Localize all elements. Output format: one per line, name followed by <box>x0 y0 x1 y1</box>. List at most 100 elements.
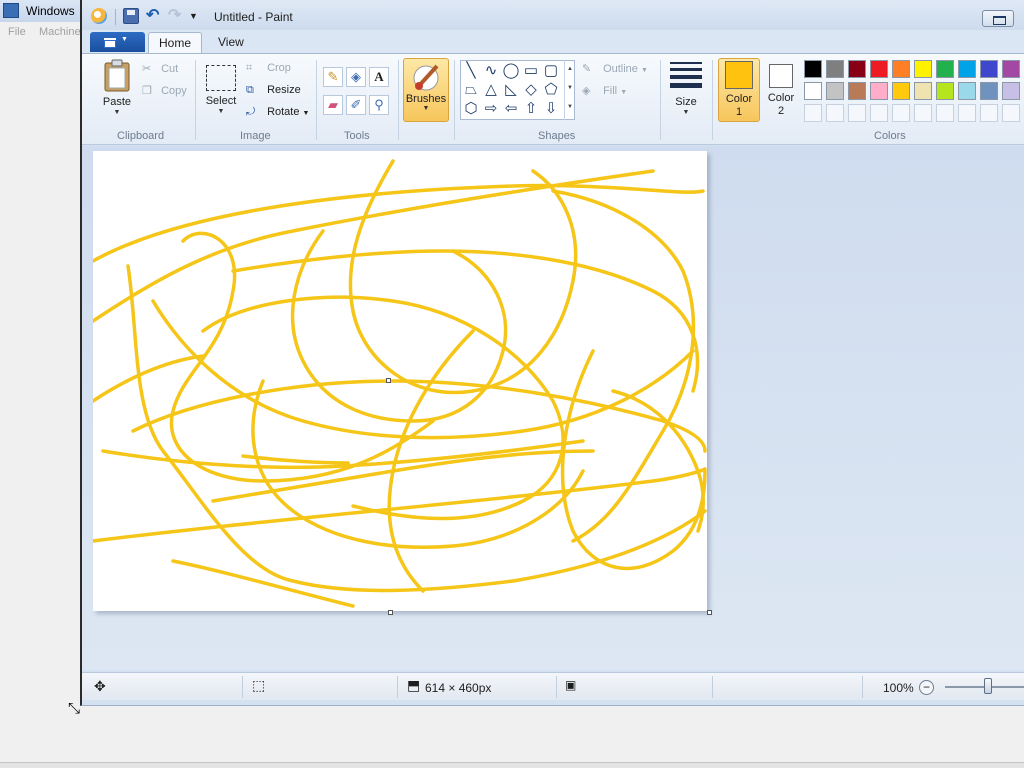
cut-button[interactable]: ✂ Cut <box>142 62 178 75</box>
palette-swatch[interactable] <box>804 82 822 100</box>
scribble-stroke <box>126 264 707 593</box>
canvas-workspace <box>82 146 1024 670</box>
select-button[interactable]: Select ▼ <box>202 59 240 115</box>
custom-color-slot[interactable] <box>848 104 866 122</box>
right-triangle-shape-icon[interactable]: ◺ <box>502 81 520 99</box>
tab-home[interactable]: Home <box>148 32 203 54</box>
palette-swatch[interactable] <box>848 60 866 78</box>
custom-color-slot[interactable] <box>870 104 888 122</box>
diamond-shape-icon[interactable]: ◇ <box>522 81 540 99</box>
canvas-resize-handle-right[interactable] <box>386 378 391 383</box>
custom-color-slot[interactable] <box>804 104 822 122</box>
palette-swatch[interactable] <box>892 60 910 78</box>
palette-swatch[interactable] <box>804 60 822 78</box>
palette-swatch[interactable] <box>914 60 932 78</box>
palette-swatch[interactable] <box>826 60 844 78</box>
palette-swatch[interactable] <box>936 60 954 78</box>
paint-app-icon[interactable] <box>91 8 107 24</box>
quick-access-separator <box>115 9 116 25</box>
paint-menu-button[interactable] <box>90 32 145 52</box>
palette-swatch[interactable] <box>914 82 932 100</box>
color2-button[interactable]: Color 2 <box>760 58 802 122</box>
canvas-size-icon: ⬒ <box>407 677 421 693</box>
brushes-button[interactable]: Brushes ▼ <box>403 58 449 122</box>
up-arrow-shape-icon[interactable]: ⇧ <box>522 100 540 118</box>
custom-color-slot[interactable] <box>958 104 976 122</box>
brushes-dropdown-icon[interactable]: ▼ <box>404 105 448 112</box>
pentagon-shape-icon[interactable]: ⬠ <box>542 81 560 99</box>
palette-swatch[interactable] <box>980 82 998 100</box>
drawing-canvas[interactable] <box>93 151 707 611</box>
paste-dropdown-icon[interactable]: ▼ <box>96 109 138 116</box>
brushes-label: Brushes <box>405 93 447 105</box>
eraser-icon[interactable]: ▰ <box>323 95 343 115</box>
text-icon[interactable]: A <box>369 67 389 87</box>
palette-swatch[interactable] <box>1002 60 1020 78</box>
fill-button[interactable]: ◈ Fill ▼ <box>582 84 627 97</box>
paste-label: Paste <box>102 96 132 108</box>
palette-swatch[interactable] <box>826 82 844 100</box>
custom-color-slot[interactable] <box>892 104 910 122</box>
group-separator <box>398 60 399 140</box>
ribbon-tab-row: Home View <box>82 30 1024 54</box>
canvas-resize-handle-corner[interactable] <box>707 610 712 615</box>
virtualbox-icon <box>3 3 19 18</box>
palette-swatch[interactable] <box>980 60 998 78</box>
palette-swatch[interactable] <box>958 82 976 100</box>
canvas-resize-handle-bottom[interactable] <box>388 610 393 615</box>
palette-swatch[interactable] <box>870 60 888 78</box>
hexagon-shape-icon[interactable]: ⬡ <box>462 100 480 118</box>
crop-label: Crop <box>267 62 291 74</box>
custom-color-slot[interactable] <box>914 104 932 122</box>
size-button[interactable]: Size ▼ <box>666 60 706 116</box>
rectangle-shape-icon[interactable]: ▭ <box>522 62 540 80</box>
host-menu-machine[interactable]: Machine <box>39 26 81 38</box>
undo-icon[interactable]: ↶ <box>146 8 162 24</box>
status-separator <box>712 676 713 698</box>
magnifier-icon[interactable]: ⚲ <box>369 95 389 115</box>
custom-color-slot[interactable] <box>1002 104 1020 122</box>
redo-icon[interactable]: ↷ <box>168 8 184 24</box>
palette-swatch[interactable] <box>870 82 888 100</box>
outline-label: Outline <box>603 63 638 75</box>
pencil-icon[interactable]: ✎ <box>323 67 343 87</box>
outline-button[interactable]: ✎ Outline ▼ <box>582 62 648 75</box>
custom-color-slot[interactable] <box>826 104 844 122</box>
paste-button[interactable]: Paste ▼ <box>96 59 138 116</box>
resize-button[interactable]: ⧉ Resize <box>246 84 301 97</box>
custom-color-slot[interactable] <box>980 104 998 122</box>
tab-view[interactable]: View <box>208 32 254 54</box>
polygon-shape-icon[interactable]: ⏢ <box>462 81 480 99</box>
size-dropdown-icon[interactable]: ▼ <box>666 109 706 116</box>
palette-swatch[interactable] <box>892 82 910 100</box>
color1-button[interactable]: Color 1 <box>718 58 760 122</box>
zoom-slider-thumb[interactable] <box>984 678 992 694</box>
palette-swatch[interactable] <box>958 60 976 78</box>
color-picker-icon[interactable]: ✐ <box>346 95 366 115</box>
select-dropdown-icon[interactable]: ▼ <box>202 108 240 115</box>
shapes-scrollbar[interactable]: ▲ ▼ ▼ <box>564 60 575 120</box>
line-shape-icon[interactable]: ╲ <box>462 62 480 80</box>
rounded-rectangle-shape-icon[interactable]: ▢ <box>542 62 560 80</box>
down-arrow-shape-icon[interactable]: ⇩ <box>542 100 560 118</box>
right-arrow-shape-icon[interactable]: ⇨ <box>482 100 500 118</box>
triangle-shape-icon[interactable]: △ <box>482 81 500 99</box>
custom-color-slot[interactable] <box>936 104 954 122</box>
curve-shape-icon[interactable]: ∿ <box>482 62 500 80</box>
palette-swatch[interactable] <box>936 82 954 100</box>
left-arrow-shape-icon[interactable]: ⇦ <box>502 100 520 118</box>
palette-swatch[interactable] <box>848 82 866 100</box>
copy-button[interactable]: ❐ Copy <box>142 84 187 97</box>
palette-swatch[interactable] <box>1002 82 1020 100</box>
crop-button[interactable]: ⌗ Crop <box>246 62 291 75</box>
oval-shape-icon[interactable]: ◯ <box>502 62 520 80</box>
customize-quick-access-icon[interactable]: ▼ <box>189 8 205 24</box>
zoom-out-button[interactable]: − <box>919 680 934 695</box>
restore-button[interactable] <box>982 10 1014 27</box>
save-icon[interactable] <box>123 8 139 24</box>
ribbon: Paste ▼ ✂ Cut ❐ Copy Clipboard Select ▼ … <box>82 53 1024 145</box>
rotate-button[interactable]: ⤾ Rotate ▼ <box>246 106 309 119</box>
fill-bucket-icon[interactable]: ◈ <box>346 67 366 87</box>
rotate-icon: ⤾ <box>246 106 256 118</box>
host-menu-file[interactable]: File <box>8 26 26 38</box>
